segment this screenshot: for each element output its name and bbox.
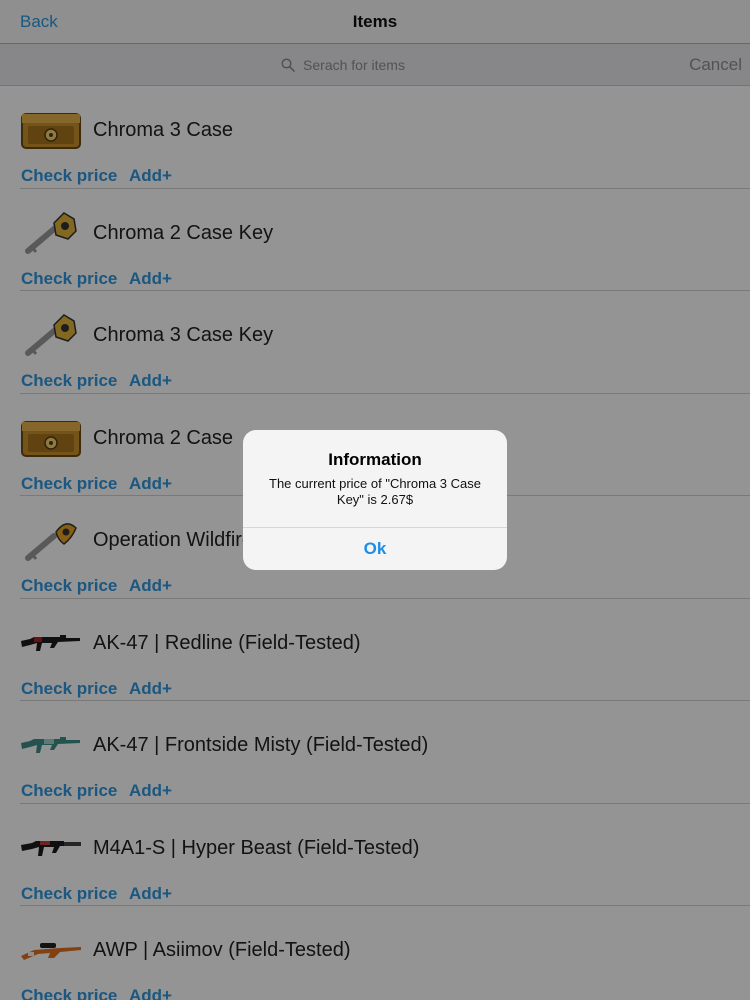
alert-message: The current price of "Chroma 3 Case Key"… — [269, 476, 481, 507]
alert-title: Information — [328, 450, 422, 469]
information-alert: Information The current price of "Chroma… — [243, 430, 507, 570]
ok-button[interactable]: Ok — [243, 528, 507, 570]
